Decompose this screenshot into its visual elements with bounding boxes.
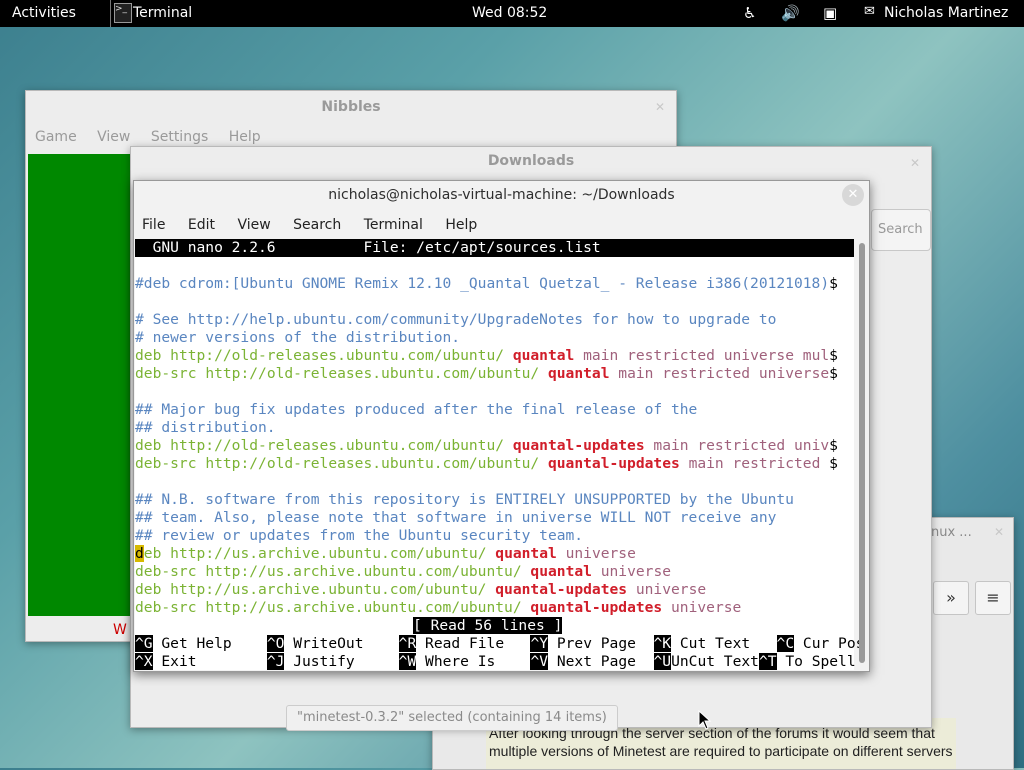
menu-game[interactable]: Game (35, 129, 77, 145)
app-menu[interactable]: >_ Terminal (110, 0, 192, 27)
game-field[interactable] (28, 154, 132, 616)
shortcut-row: ^X Exit ^J Justify ^W Where Is ^V Next P… (135, 653, 856, 670)
text-line: ## N.B. software from this repository is… (135, 491, 794, 508)
text-line: ## team. Also, please note that software… (135, 509, 777, 526)
shortcut-row: ^G Get Help ^O WriteOut ^R Read File ^Y … (135, 635, 865, 652)
text-line: deb-src http://us.archive.ubuntu.com/ubu… (135, 599, 742, 616)
close-icon[interactable]: ✕ (991, 524, 1007, 540)
terminal-screen[interactable]: GNU nano 2.2.6 File: /etc/apt/sources.li… (135, 239, 864, 670)
window-title: Downloads (487, 153, 575, 169)
text-line: deb http://us.archive.ubuntu.com/ubuntu/… (135, 545, 636, 562)
text-line: deb http://old-releases.ubuntu.com/ubunt… (135, 347, 838, 364)
nano-filename: File: /etc/apt/sources.list (363, 239, 601, 256)
text-line: deb-src http://old-releases.ubuntu.com/u… (135, 455, 838, 472)
close-button[interactable]: ✕ (842, 184, 864, 206)
user-menu[interactable]: Nicholas Martinez (884, 5, 1008, 21)
status-text: W (113, 622, 127, 638)
text-line: deb http://old-releases.ubuntu.com/ubunt… (135, 437, 838, 454)
menu-help[interactable]: Help (445, 217, 477, 233)
search-button[interactable]: Search (871, 209, 931, 251)
menu-edit[interactable]: Edit (188, 217, 215, 233)
terminal-icon: >_ (114, 3, 132, 23)
text-line: # See http://help.ubuntu.com/community/U… (135, 311, 777, 328)
nano-header: GNU nano 2.2.6 File: /etc/apt/sources.li… (135, 239, 854, 257)
text-line: ## distribution. (135, 419, 276, 436)
clock[interactable]: Wed 08:52 (472, 5, 547, 21)
menu-help[interactable]: Help (229, 129, 261, 145)
volume-icon[interactable]: 🔊 (781, 4, 800, 22)
scrollbar-thumb[interactable] (859, 243, 865, 663)
overflow-button[interactable]: » (933, 581, 969, 615)
close-icon[interactable]: ✕ (652, 99, 668, 115)
chat-status-icon[interactable]: ✉ (864, 4, 875, 19)
activities-button[interactable]: Activities (12, 5, 76, 21)
text-line: deb http://us.archive.ubuntu.com/ubuntu/… (135, 581, 707, 598)
text-line: # newer versions of the distribution. (135, 329, 461, 346)
close-icon[interactable]: ✕ (907, 155, 923, 171)
mouse-pointer-icon (698, 709, 712, 730)
menu-search[interactable]: Search (293, 217, 341, 233)
selection-status: "minetest-0.3.2" selected (containing 14… (286, 705, 618, 731)
text-line: ## Major bug fix updates produced after … (135, 401, 698, 418)
text-line: deb-src http://us.archive.ubuntu.com/ubu… (135, 563, 672, 580)
network-icon[interactable]: ▣ (823, 4, 837, 22)
text-cursor: d (135, 545, 144, 562)
nano-version: GNU nano 2.2.6 (135, 239, 276, 256)
menubar: Game View Settings Help (35, 129, 277, 145)
window-title: nicholas@nicholas-virtual-machine: ~/Dow… (328, 187, 675, 203)
menu-settings[interactable]: Settings (151, 129, 208, 145)
menu-view[interactable]: View (97, 129, 130, 145)
menu-view[interactable]: View (237, 217, 270, 233)
status-line: [ Read 56 lines ] (413, 617, 563, 634)
scrollbar[interactable] (857, 239, 867, 667)
menubar: File Edit View Search Terminal Help (142, 217, 495, 233)
menu-file[interactable]: File (142, 217, 165, 233)
menu-button[interactable]: ≡ (975, 581, 1011, 615)
app-menu-label: Terminal (133, 5, 193, 21)
text-line: ## review or updates from the Ubuntu sec… (135, 527, 584, 544)
window-title: Nibbles (321, 99, 381, 115)
text-line: deb-src http://old-releases.ubuntu.com/u… (135, 365, 838, 382)
terminal-window[interactable]: nicholas@nicholas-virtual-machine: ~/Dow… (133, 180, 870, 672)
text-line: #deb cdrom:[Ubuntu GNOME Remix 12.10 _Qu… (135, 275, 838, 292)
accessibility-icon[interactable]: ♿ (743, 4, 756, 22)
top-bar: Activities >_ Terminal Wed 08:52 ♿ 🔊 ▣ ✉… (0, 0, 1024, 27)
tab-title[interactable]: nux ... (931, 525, 972, 540)
menu-terminal[interactable]: Terminal (364, 217, 423, 233)
